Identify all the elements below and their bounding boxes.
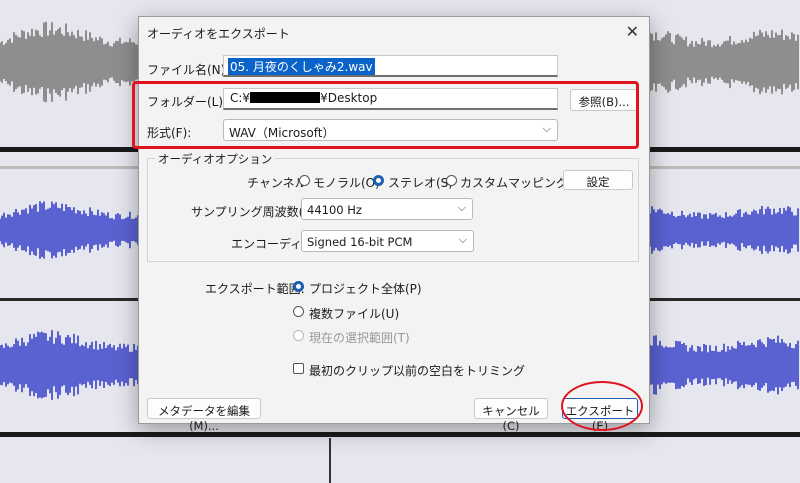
settings-button-label: 設定 xyxy=(586,175,610,189)
sample-rate-value: 44100 Hz xyxy=(307,203,362,217)
range-multiple-label: 複数ファイル(U) xyxy=(309,307,400,321)
sample-rate-select[interactable]: 44100 Hz ⌵ xyxy=(301,198,473,220)
range-selection-label: 現在の選択範囲(T) xyxy=(309,331,410,345)
chevron-down-icon: ⌵ xyxy=(457,201,466,214)
dialog-title: オーディオをエクスポート xyxy=(147,27,290,41)
chevron-down-icon: ⌵ xyxy=(458,233,467,246)
timeline-cursor xyxy=(329,438,331,483)
dialog-titlebar[interactable]: オーディオをエクスポート ✕ xyxy=(139,17,649,47)
channel-label: チャンネル xyxy=(247,176,307,190)
sample-rate-label: サンプリング周波数(R) xyxy=(191,205,317,219)
annotation-red-rectangle xyxy=(132,81,639,149)
close-icon[interactable]: ✕ xyxy=(626,22,639,41)
channel-stereo-radio[interactable] xyxy=(373,175,384,186)
cancel-button[interactable]: キャンセル(C) xyxy=(474,398,548,433)
settings-button[interactable]: 設定 xyxy=(563,170,633,190)
filename-label: ファイル名(N): xyxy=(147,63,230,77)
edit-metadata-button[interactable]: メタデータを編集(M)... xyxy=(147,398,261,433)
annotation-red-circle xyxy=(561,381,643,431)
encoding-value: Signed 16-bit PCM xyxy=(307,235,413,249)
export-range-label: エクスポート範囲: xyxy=(205,282,305,296)
range-selection-radio xyxy=(293,330,304,341)
audio-options-title: オーディオオプション xyxy=(155,151,276,167)
encoding-select[interactable]: Signed 16-bit PCM ⌵ xyxy=(301,230,474,252)
channel-stereo-label: ステレオ(S) xyxy=(388,176,453,190)
export-audio-dialog: オーディオをエクスポート ✕ ファイル名(N): 05. 月夜のくしゃみ2.wa… xyxy=(132,16,650,433)
filename-value: 05. 月夜のくしゃみ2.wav xyxy=(228,58,375,75)
channel-custom-radio[interactable] xyxy=(446,175,457,186)
trim-label: 最初のクリップ以前の空白をトリミング xyxy=(309,364,526,378)
range-project-radio[interactable] xyxy=(293,281,304,292)
range-project-label: プロジェクト全体(P) xyxy=(309,282,422,296)
track-divider xyxy=(0,432,800,437)
filename-input[interactable]: 05. 月夜のくしゃみ2.wav xyxy=(223,55,558,77)
channel-mono-label: モノラル(O) xyxy=(313,176,380,190)
channel-mono-radio[interactable] xyxy=(299,175,310,186)
trim-checkbox[interactable] xyxy=(293,363,304,374)
range-multiple-radio[interactable] xyxy=(293,306,304,317)
